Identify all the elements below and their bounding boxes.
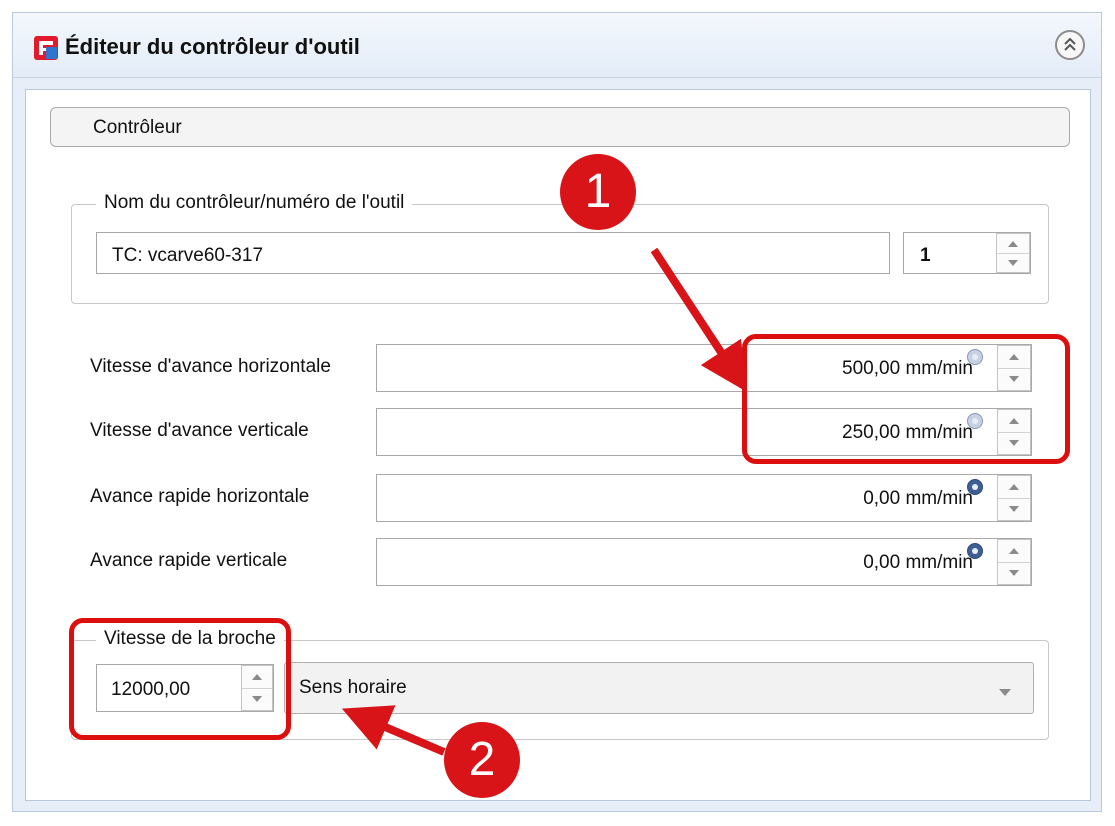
rapid-value-vertical: 0,00 mm/min [863,552,973,573]
tool-controller-editor-window: Éditeur du contrôleur d'outil Contrôleur… [12,12,1102,812]
tool-number-value: 1 [920,245,931,266]
rapid-label-horizontal: Avance rapide horizontale [90,486,310,507]
link-icon[interactable] [967,543,983,559]
rapid-stepper-horizontal[interactable] [997,475,1031,521]
tool-name-value: TC: vcarve60-317 [112,245,264,266]
spindle-direction-select[interactable]: Sens horaire [284,662,1034,714]
rapid-label-vertical: Avance rapide verticale [90,550,288,571]
arrow-down-icon [1009,506,1019,512]
step-2-badge: 2 [444,722,520,798]
tool-name-input[interactable]: TC: vcarve60-317 [96,232,890,274]
feed-label-horizontal: Vitesse d'avance horizontale [90,356,331,377]
app-logo-icon [34,36,58,60]
link-icon[interactable] [967,479,983,495]
spindle-direction-value: Sens horaire [299,677,407,698]
window-title: Éditeur du contrôleur d'outil [65,34,360,59]
arrow-up-icon [1009,548,1019,554]
spindle-speed-highlight [69,618,291,740]
double-chevron-up-icon [1064,37,1076,51]
arrow-down-icon [1008,259,1018,266]
rapid-value-horizontal: 0,00 mm/min [863,488,973,509]
section-title: Contrôleur [93,117,182,138]
feed-rates-highlight [742,334,1070,464]
stepper-down-button[interactable] [998,498,1030,520]
chevron-down-icon [999,689,1011,696]
stepper-up-button[interactable] [998,476,1030,499]
tool-name-group-legend: Nom du contrôleur/numéro de l'outil [96,192,413,214]
editor-panel: Contrôleur Nom du contrôleur/numéro de l… [25,89,1091,801]
step-1-badge: 1 [560,154,636,230]
arrow-up-icon [1008,240,1018,247]
controller-section-header[interactable]: Contrôleur [50,107,1070,147]
tool-number-input[interactable]: 1 [903,232,1031,274]
tool-number-stepper[interactable] [996,233,1030,273]
stepper-up-button[interactable] [998,540,1030,563]
stepper-down-button[interactable] [998,562,1030,584]
rapid-stepper-vertical[interactable] [997,539,1031,585]
title-bar: Éditeur du contrôleur d'outil [13,13,1101,78]
rapid-input-vertical[interactable]: 0,00 mm/min [376,538,1032,586]
rapid-input-horizontal[interactable]: 0,00 mm/min [376,474,1032,522]
stepper-down-button[interactable] [997,253,1029,272]
arrow-up-icon [1009,484,1019,490]
stepper-up-button[interactable] [997,234,1029,254]
feed-label-vertical: Vitesse d'avance verticale [90,420,309,441]
arrow-down-icon [1009,570,1019,576]
collapse-button[interactable] [1055,30,1085,60]
